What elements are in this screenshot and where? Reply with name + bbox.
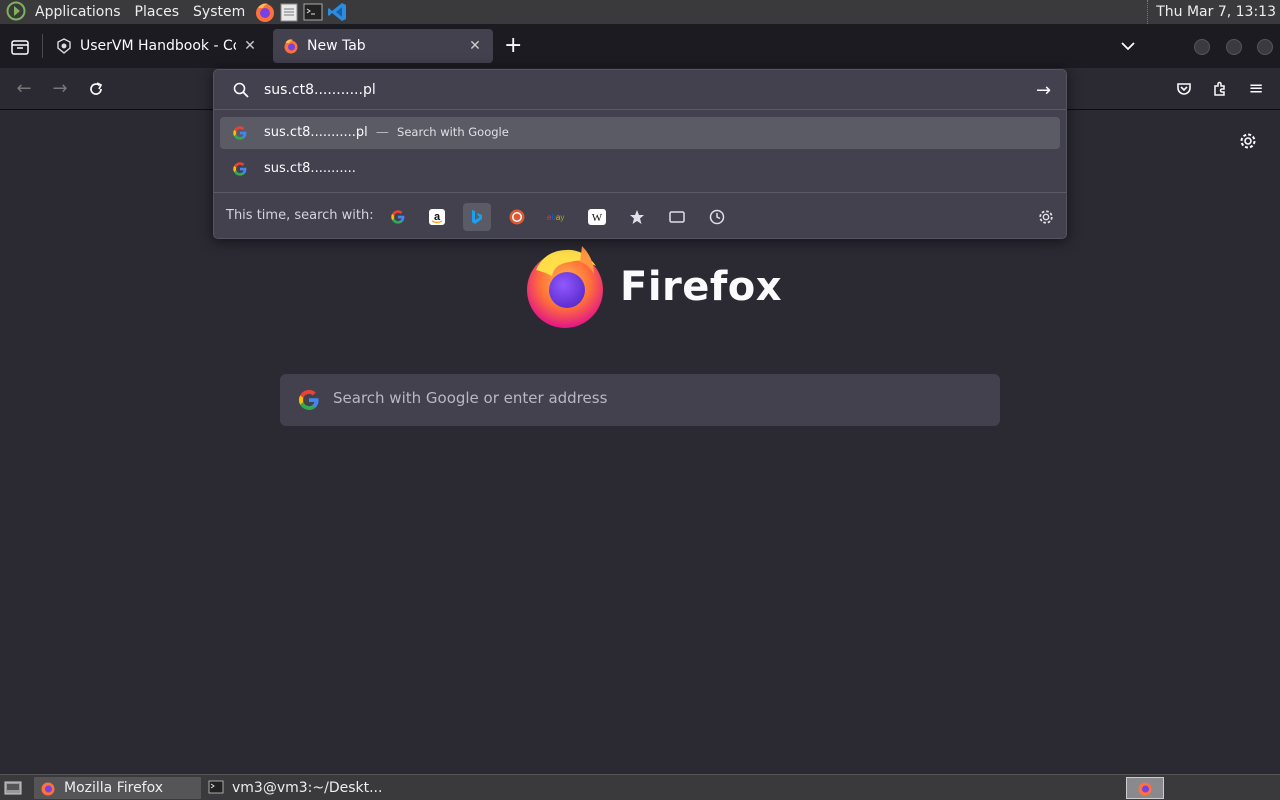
extensions-icon[interactable] <box>1206 76 1234 102</box>
firefox-launcher-icon[interactable] <box>254 1 276 23</box>
svg-text:ebay: ebay <box>547 213 564 222</box>
google-icon <box>232 161 248 181</box>
uservm-favicon-icon <box>56 38 72 54</box>
result-text: sus.ct8........... <box>264 161 356 176</box>
search-settings-gear-icon[interactable] <box>1032 203 1060 231</box>
firefox-wordmark: Firefox <box>620 264 783 310</box>
new-tab-plus-icon[interactable]: + <box>504 35 522 57</box>
hamburger-menu-icon[interactable]: ≡ <box>1242 76 1270 102</box>
history-icon[interactable] <box>703 203 731 231</box>
vscode-launcher-icon[interactable] <box>326 1 348 23</box>
tabs-icon[interactable] <box>663 203 691 231</box>
places-menu[interactable]: Places <box>128 0 187 24</box>
bing-icon[interactable] <box>463 203 491 231</box>
clock[interactable]: Thu Mar 7, 13:13 <box>1147 0 1276 24</box>
close-window-icon[interactable] <box>1257 39 1273 55</box>
list-all-tabs-chevron-icon[interactable] <box>1120 38 1136 58</box>
show-desktop-icon[interactable] <box>4 780 22 800</box>
go-arrow-icon[interactable]: → <box>1036 80 1051 101</box>
top-panel: Applications Places System Thu Mar 7, 13… <box>0 0 1280 24</box>
bottom-taskbar: Mozilla Firefox vm3@vm3:~/Deskt... <box>0 774 1280 800</box>
result-separator: — <box>375 125 389 140</box>
urlbar-result-suggestion[interactable]: sus.ct8........... <box>220 153 1060 185</box>
tab-new-tab[interactable]: New Tab ✕ <box>273 29 493 63</box>
amazon-icon[interactable]: a <box>423 203 451 231</box>
result-text: sus.ct8...........pl <box>264 125 368 140</box>
back-arrow-icon[interactable]: ← <box>10 76 38 102</box>
tab-title: New Tab <box>307 38 366 54</box>
workspace-switcher[interactable] <box>1126 777 1164 799</box>
maximize-window-icon[interactable] <box>1226 39 1242 55</box>
pocket-icon[interactable] <box>1170 76 1198 102</box>
google-icon <box>297 388 321 416</box>
forward-arrow-icon[interactable]: → <box>46 76 74 102</box>
svg-text:W: W <box>592 212 603 224</box>
distro-logo-icon[interactable] <box>6 1 28 23</box>
close-tab-icon[interactable]: ✕ <box>242 38 258 54</box>
bookmarks-icon[interactable] <box>623 203 651 231</box>
taskbar-item-label: Mozilla Firefox <box>64 780 164 796</box>
taskbar-item-label: vm3@vm3:~/Deskt... <box>232 780 383 796</box>
duckduckgo-icon[interactable] <box>503 203 531 231</box>
tab-title: UserVM Handbook - Compu <box>80 38 236 54</box>
one-off-label: This time, search with: <box>226 208 374 223</box>
google-icon[interactable] <box>384 203 412 231</box>
tab-divider <box>42 34 43 58</box>
result-action: Search with Google <box>397 125 509 139</box>
url-input[interactable]: sus.ct8...........pl → <box>214 70 1066 110</box>
minimize-window-icon[interactable] <box>1194 39 1210 55</box>
firefox-icon <box>40 780 56 796</box>
firefox-view-icon[interactable] <box>10 37 30 57</box>
taskbar-item-terminal[interactable]: vm3@vm3:~/Deskt... <box>202 777 382 799</box>
newtab-search-input[interactable]: Search with Google or enter address <box>280 374 1000 426</box>
firefox-favicon-icon <box>283 38 299 54</box>
terminal-icon <box>208 780 224 796</box>
customize-gear-icon[interactable] <box>1239 132 1257 154</box>
search-icon <box>233 82 249 102</box>
system-menu[interactable]: System <box>186 0 252 24</box>
urlbar-dropdown: sus.ct8...........pl → sus.ct8..........… <box>213 69 1067 239</box>
applications-menu[interactable]: Applications <box>28 0 128 24</box>
ebay-icon[interactable]: ebay <box>543 203 571 231</box>
firefox-icon <box>1138 782 1152 796</box>
google-icon <box>232 125 248 145</box>
url-input-value: sus.ct8...........pl <box>264 82 376 98</box>
firefox-logo-icon <box>524 244 606 332</box>
tab-strip: UserVM Handbook - Compu ✕ New Tab ✕ + <box>0 24 1280 68</box>
terminal-launcher-icon[interactable] <box>302 1 324 23</box>
tab-uservm-handbook[interactable]: UserVM Handbook - Compu ✕ <box>46 29 268 63</box>
svg-text:a: a <box>434 211 441 223</box>
search-placeholder: Search with Google or enter address <box>333 389 608 407</box>
urlbar-result-search-google[interactable]: sus.ct8...........pl — Search with Googl… <box>220 117 1060 149</box>
text-editor-launcher-icon[interactable] <box>278 1 300 23</box>
reload-icon[interactable] <box>82 76 110 102</box>
taskbar-item-firefox[interactable]: Mozilla Firefox <box>34 777 201 799</box>
wikipedia-icon[interactable]: W <box>583 203 611 231</box>
one-off-search-bar: This time, search with: a ebay W <box>214 192 1066 238</box>
close-tab-icon[interactable]: ✕ <box>467 38 483 54</box>
